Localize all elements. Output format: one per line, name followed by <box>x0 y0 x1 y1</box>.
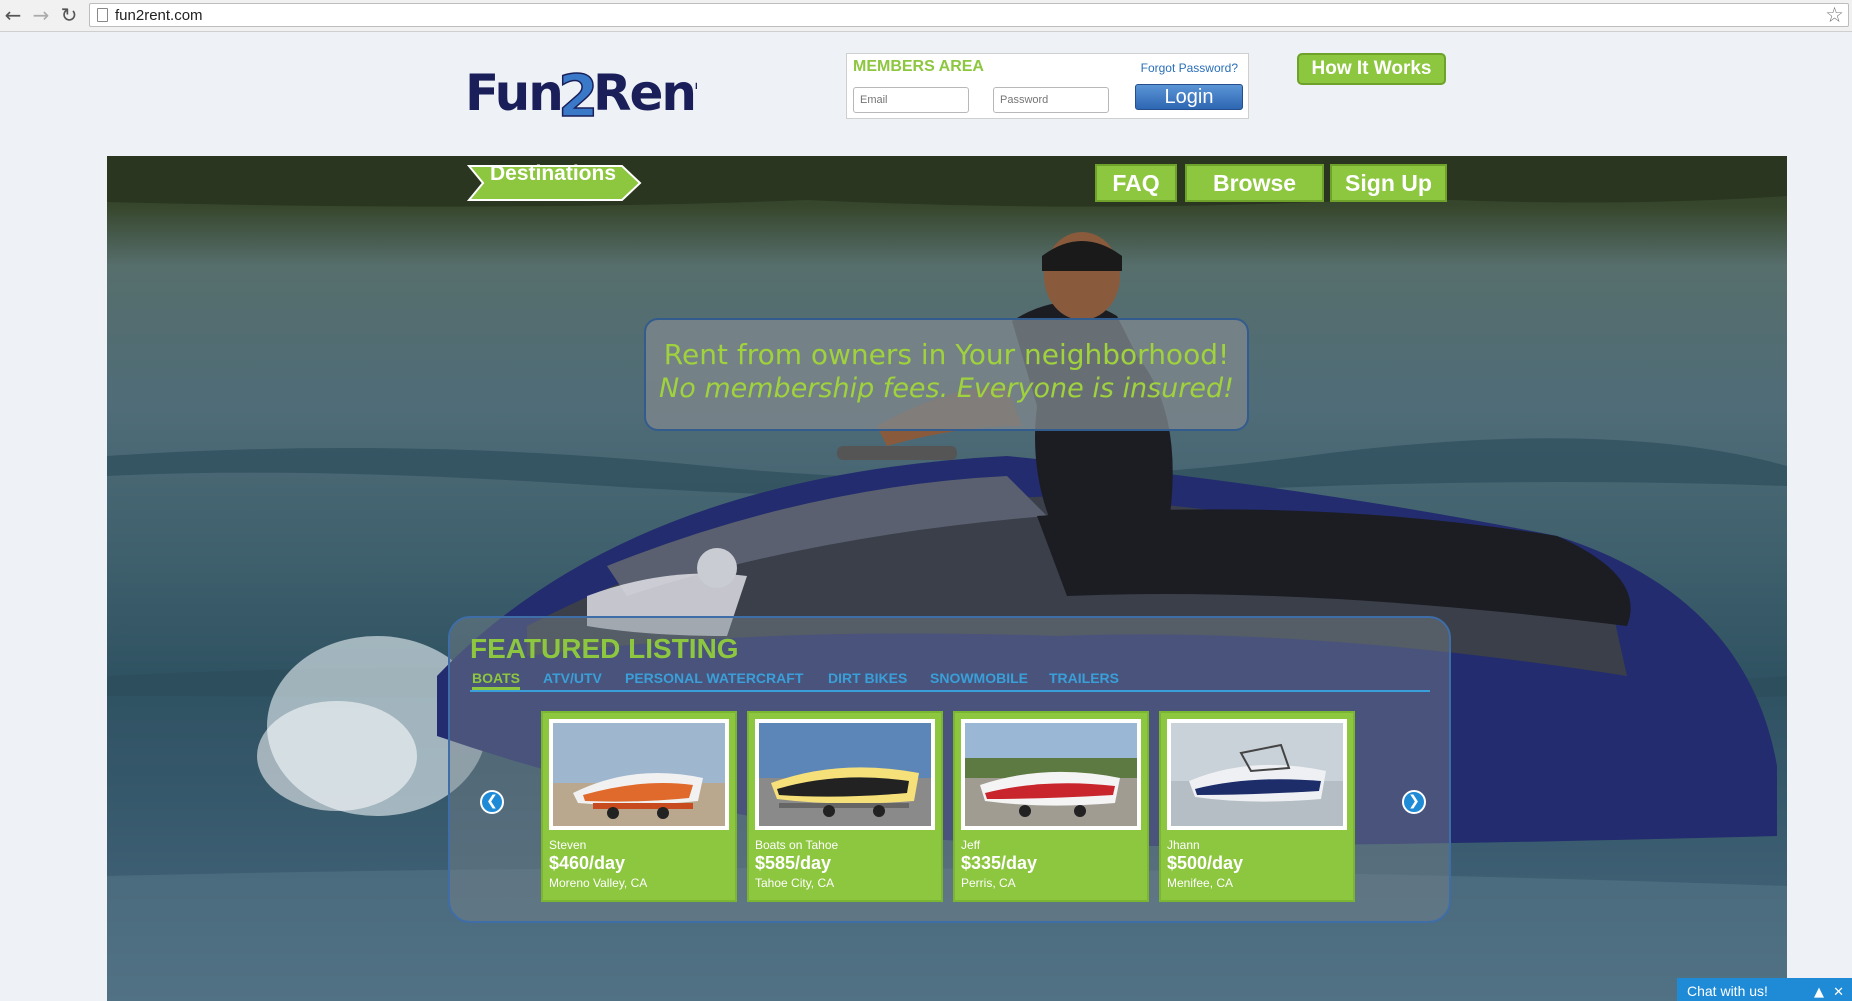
tagline-line-2: No membership fees. Everyone is insured! <box>659 373 1234 404</box>
listing-card[interactable]: Steven $460/day Moreno Valley, CA <box>541 711 737 902</box>
tab-trailers[interactable]: TRAILERS <box>1049 670 1119 686</box>
nav-browse-button[interactable]: Browse <box>1185 164 1324 202</box>
tab-atv-utv[interactable]: ATV/UTV <box>543 670 602 686</box>
members-login-panel: MEMBERS AREA Forgot Password? Login <box>846 53 1249 119</box>
tagline-line-1: Rent from owners in Your neighborhood! <box>663 338 1230 371</box>
forward-arrow-icon[interactable]: → <box>30 4 52 26</box>
boat-photo-icon <box>965 723 1137 826</box>
browser-toolbar: ← → ↻ fun2rent.com ☆ <box>0 0 1852 32</box>
forgot-password-link[interactable]: Forgot Password? <box>1141 61 1238 75</box>
fun2rent-logo[interactable]: Fun 2 Rent <box>465 60 697 122</box>
featured-listing-title: FEATURED LISTING <box>470 633 739 664</box>
address-bar[interactable]: fun2rent.com ☆ <box>89 3 1849 27</box>
listing-card[interactable]: Jeff $335/day Perris, CA <box>953 711 1149 902</box>
hero-banner: Destinations FAQ Browse Sign Up Rent fro… <box>107 156 1787 1001</box>
password-input[interactable] <box>993 87 1109 113</box>
carousel-next-icon[interactable]: ❯ <box>1402 790 1426 814</box>
listing-location: Menifee, CA <box>1167 876 1234 890</box>
listing-owner: Jhann <box>1167 838 1200 852</box>
members-area-title: MEMBERS AREA <box>853 58 984 75</box>
boat-photo-icon <box>1171 723 1343 826</box>
listing-price: $460/day <box>549 853 626 873</box>
chat-widget-tab[interactable]: Chat with us! ▲ ✕ <box>1677 978 1852 1001</box>
boat-photo-icon <box>553 723 725 826</box>
listing-photo[interactable] <box>1167 719 1347 830</box>
minimize-icon[interactable]: ▲ <box>1814 980 1824 1001</box>
tab-snowmobile[interactable]: SNOWMOBILE <box>930 670 1028 686</box>
boat-photo-icon <box>759 723 931 826</box>
listing-owner: Steven <box>549 838 587 852</box>
listing-owner: Jeff <box>961 838 981 852</box>
email-input[interactable] <box>853 87 969 113</box>
reload-icon[interactable]: ↻ <box>58 4 80 26</box>
svg-text:Rent: Rent <box>593 64 697 122</box>
listing-photo[interactable] <box>755 719 935 830</box>
page-icon <box>97 8 108 22</box>
listing-price: $585/day <box>755 853 832 873</box>
listing-price: $335/day <box>961 853 1038 873</box>
listing-photo[interactable] <box>961 719 1141 830</box>
destinations-button[interactable]: Destinations <box>490 162 616 186</box>
listing-location: Tahoe City, CA <box>755 876 835 890</box>
tab-personal-watercraft[interactable]: PERSONAL WATERCRAFT <box>625 670 803 686</box>
tagline-box: Rent from owners in Your neighborhood! N… <box>644 318 1249 431</box>
chat-label: Chat with us! <box>1687 983 1768 999</box>
how-it-works-button[interactable]: How It Works <box>1297 53 1446 85</box>
listing-location: Moreno Valley, CA <box>549 876 648 890</box>
carousel-prev-icon[interactable]: ❮ <box>480 790 504 814</box>
nav-faq-button[interactable]: FAQ <box>1095 164 1177 202</box>
close-icon[interactable]: ✕ <box>1833 980 1844 1001</box>
listing-location: Perris, CA <box>961 876 1016 890</box>
listing-price: $500/day <box>1167 853 1244 873</box>
featured-listing-panel: FEATURED LISTING BOATS ATV/UTV PERSONAL … <box>448 616 1451 923</box>
listing-card[interactable]: Boats on Tahoe $585/day Tahoe City, CA <box>747 711 943 902</box>
tab-dirt-bikes[interactable]: DIRT BIKES <box>828 670 907 686</box>
url-text: fun2rent.com <box>115 7 203 24</box>
nav-signup-button[interactable]: Sign Up <box>1330 164 1447 202</box>
listing-photo[interactable] <box>549 719 729 830</box>
listing-card[interactable]: Jhann $500/day Menifee, CA <box>1159 711 1355 902</box>
listing-owner: Boats on Tahoe <box>755 838 839 852</box>
back-arrow-icon[interactable]: ← <box>2 4 24 26</box>
tab-boats[interactable]: BOATS <box>472 670 520 690</box>
bookmark-star-icon[interactable]: ☆ <box>1825 3 1844 27</box>
category-tabs: BOATS ATV/UTV PERSONAL WATERCRAFT DIRT B… <box>470 670 1430 692</box>
svg-text:Fun: Fun <box>465 64 562 122</box>
login-button[interactable]: Login <box>1135 84 1243 110</box>
